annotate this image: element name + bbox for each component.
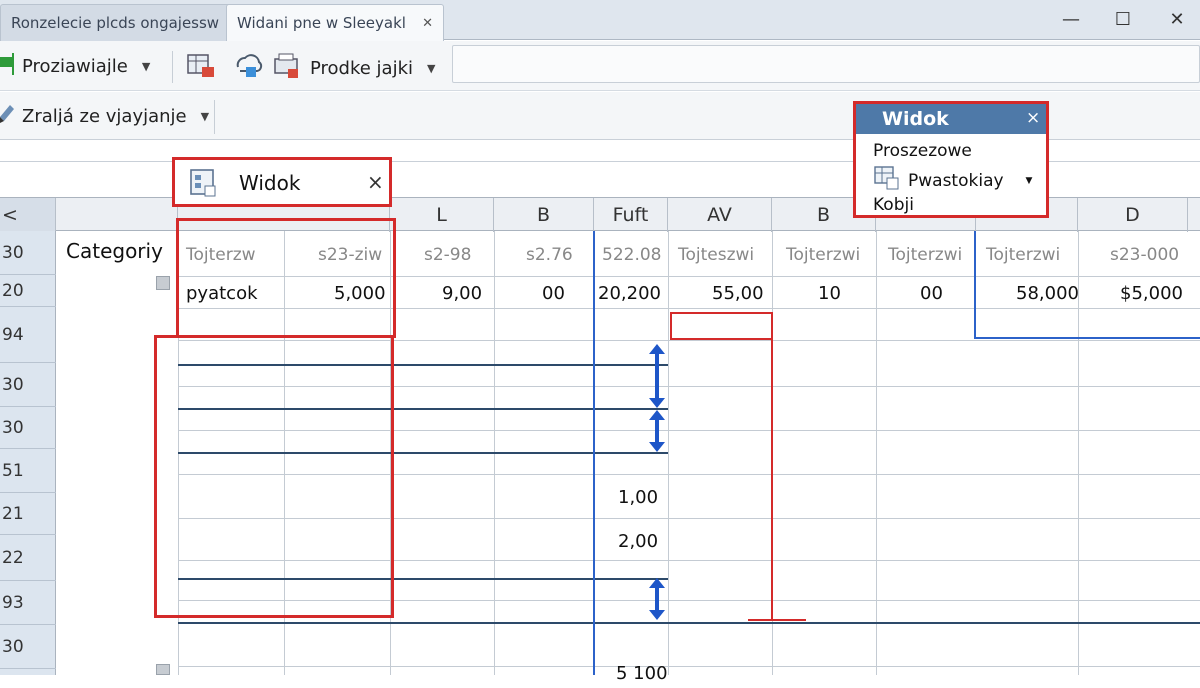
menu-item[interactable]: Proszezowe [873, 141, 972, 161]
table-header-cell[interactable]: Tojteszwi [678, 240, 754, 270]
tab-label: Ronzelecie plcds ongajessw [11, 14, 220, 32]
address-box[interactable] [452, 45, 1200, 83]
tab-label: Widani pne w Sleeyakl [237, 14, 406, 32]
row-number[interactable]: 21 [0, 493, 56, 535]
row-number[interactable]: 30 [0, 363, 56, 407]
table-cell[interactable]: 00 [920, 278, 943, 308]
column-header-fuft[interactable]: Fuft [594, 198, 668, 232]
table-cell[interactable]: 00 [542, 278, 565, 308]
row-number[interactable]: 30 [0, 407, 56, 449]
column-header-av[interactable]: AV [668, 198, 772, 232]
column-split-line[interactable] [593, 231, 595, 675]
resize-arrow-icon[interactable] [647, 344, 667, 412]
highlight-line-vertical [771, 338, 773, 620]
column-header-d[interactable]: D [1078, 198, 1188, 232]
highlight-line-horizontal [748, 619, 806, 621]
brush-icon [0, 103, 14, 130]
category-label: Categoriy [66, 239, 163, 263]
widok-panel: Widok × Proszezowe Pwastokiay ▼ Kobji [853, 101, 1049, 218]
highlight-box-range [154, 335, 394, 618]
table-header-cell[interactable]: s2-98 [424, 240, 471, 270]
chevron-down-icon: ▼ [427, 62, 436, 75]
table-cell[interactable]: 10 [818, 278, 841, 308]
widok-panel-title: Widok [882, 108, 949, 130]
row-number[interactable]: 22 [0, 535, 56, 581]
highlight-box-cell[interactable] [670, 312, 773, 340]
menu-item-with-icon[interactable]: Pwastokiay ▼ [874, 166, 1032, 195]
column-header-b[interactable]: B [494, 198, 594, 232]
table-cell[interactable]: 5 100 [616, 658, 668, 688]
table-header-cell[interactable]: Tojterzwi [786, 240, 860, 270]
selection-border-left [974, 231, 976, 339]
row-number[interactable]: 93 [0, 581, 56, 625]
widok-panel-header: Widok × [856, 104, 1046, 134]
green-arrows-icon [0, 53, 14, 80]
table-cell[interactable]: $5,000 [1120, 278, 1183, 308]
select-all-corner[interactable]: < [0, 198, 56, 232]
chevron-down-icon: ▼ [1025, 175, 1033, 186]
cloud-sync-icon [232, 49, 264, 86]
row-number[interactable]: 20 [0, 275, 56, 307]
items-button-label: Zraljá ze vjayjanje [22, 106, 187, 127]
resize-arrow-icon[interactable] [647, 410, 667, 456]
table-cell[interactable]: 9,00 [442, 278, 482, 308]
close-icon[interactable]: × [1026, 108, 1040, 128]
table-header-cell[interactable]: Tojterzwi [888, 240, 962, 270]
chevron-down-icon: ▼ [141, 60, 151, 73]
menu-item[interactable]: Kobji [873, 195, 914, 215]
window-close-button[interactable]: ✕ [1162, 6, 1192, 32]
row-checkbox[interactable] [156, 276, 170, 290]
table-header-cell[interactable]: 522.08 [602, 240, 661, 270]
grid-print-icon [186, 51, 218, 86]
tab-close-icon[interactable]: ✕ [422, 16, 433, 31]
tab-document-1[interactable]: Ronzelecie plcds ongajessw [0, 4, 244, 41]
items-button[interactable]: Zraljá ze vjayjanje ▼ [0, 103, 209, 130]
print-grid-button[interactable] [186, 51, 218, 86]
toolbar-divider [214, 100, 215, 134]
widok-tab[interactable]: Widok × [172, 157, 392, 207]
minimize-button[interactable]: — [1056, 6, 1086, 32]
table-cell[interactable]: 20,200 [598, 278, 661, 308]
title-bar: Ronzelecie plcds ongajessw Widani pne w … [0, 0, 1200, 41]
table-cell[interactable]: 2,00 [618, 526, 658, 556]
table-cell[interactable]: 58,000 [1016, 278, 1079, 308]
highlight-box-header [176, 218, 396, 338]
view-layout-icon [189, 168, 219, 202]
selection-border-bottom [974, 337, 1200, 339]
cloud-sync-button[interactable] [232, 49, 264, 86]
view-button[interactable]: Proziawiajle ▼ [0, 53, 150, 80]
row-number[interactable]: 30 [0, 231, 56, 275]
row-header-column: 30 20 94 30 30 51 21 22 93 30 [0, 231, 56, 675]
printer-icon [272, 51, 302, 86]
table-header-cell[interactable]: s2.76 [526, 240, 573, 270]
view-button-label: Proziawiajle [22, 56, 128, 77]
row-number[interactable]: 30 [0, 625, 56, 669]
chevron-down-icon: ▼ [200, 110, 210, 123]
row-number[interactable]: 51 [0, 449, 56, 493]
product-button-label: Prodke jajki [310, 58, 414, 79]
table-header-cell[interactable]: s23-000 [1110, 240, 1179, 270]
table-cell[interactable]: 1,00 [618, 482, 658, 512]
table-header-cell[interactable]: Tojterzwi [986, 240, 1060, 270]
widok-tab-title: Widok [239, 171, 301, 195]
row-number[interactable]: 94 [0, 307, 56, 363]
product-button[interactable]: Prodke jajki ▼ [272, 51, 436, 86]
column-header[interactable] [56, 198, 178, 232]
column-header-l[interactable]: L [390, 198, 494, 232]
row-checkbox[interactable] [156, 664, 170, 675]
resize-arrow-icon[interactable] [647, 578, 667, 624]
grid-view-icon [874, 166, 900, 195]
tab-document-2[interactable]: Widani pne w Sleeyakl ✕ [226, 4, 444, 41]
maximize-button[interactable]: ☐ [1108, 6, 1138, 32]
menu-item-label: Pwastokiay [908, 170, 1004, 191]
table-cell[interactable]: 55,00 [712, 278, 764, 308]
close-icon[interactable]: × [367, 170, 384, 194]
toolbar-divider [172, 51, 173, 83]
